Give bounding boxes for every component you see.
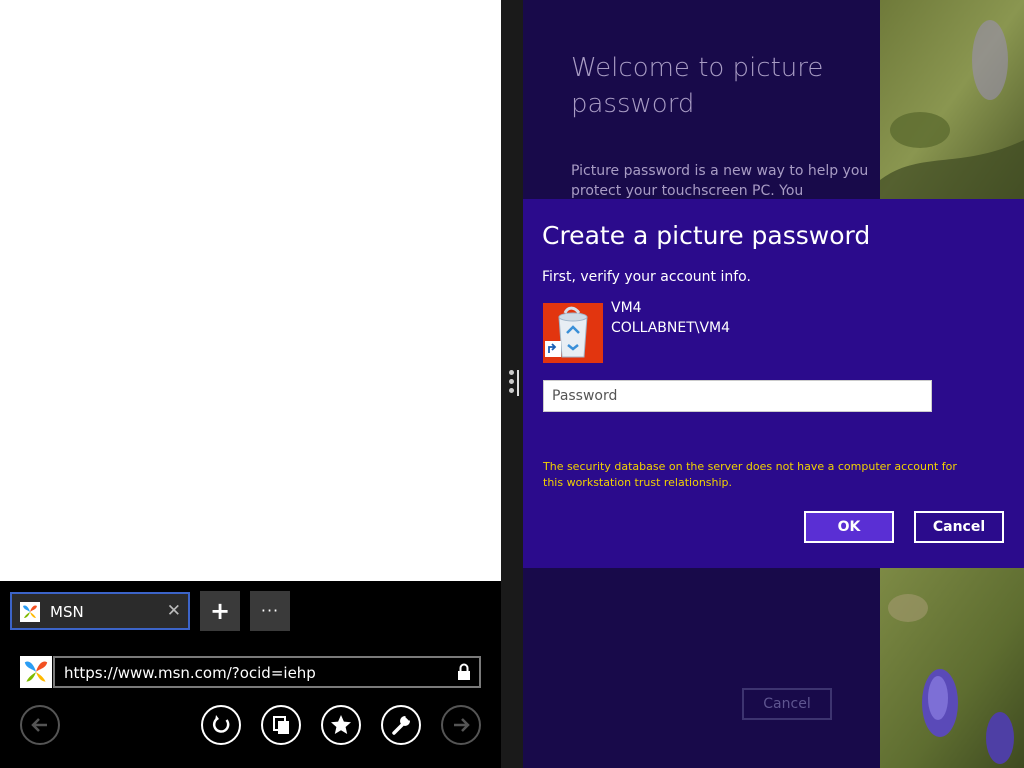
error-message: The security database on the server does… <box>543 460 957 489</box>
msn-butterfly-icon <box>20 602 40 622</box>
browser-pane: MSN ✕ + ··· https://www.msn.com/?ocid=ie… <box>0 0 501 768</box>
back-icon <box>31 718 47 732</box>
star-icon <box>331 715 351 734</box>
favorites-button[interactable] <box>321 705 361 745</box>
password-field[interactable] <box>543 380 932 412</box>
picture-password-dialog: Create a picture password First, verify … <box>523 199 1024 568</box>
address-url[interactable]: https://www.msn.com/?ocid=iehp <box>64 664 316 682</box>
new-tab-button[interactable]: + <box>200 591 240 631</box>
web-content-area[interactable] <box>0 0 501 581</box>
account-domain: COLLABNET\VM4 <box>611 320 731 336</box>
forward-icon <box>454 718 470 732</box>
splitter-handle[interactable] <box>517 370 519 396</box>
tab-tools-button[interactable]: ··· <box>250 591 290 631</box>
welcome-description: Picture password is a new way to help yo… <box>571 163 869 199</box>
splitter-grip-icon[interactable] <box>509 370 515 400</box>
dialog-subtitle: First, verify your account info. <box>542 269 751 285</box>
refresh-button[interactable] <box>201 705 241 745</box>
dialog-title: Create a picture password <box>542 221 871 250</box>
background-cancel-button: Cancel <box>742 688 832 720</box>
forward-button[interactable] <box>441 705 481 745</box>
tab-msn[interactable]: MSN ✕ <box>10 592 190 630</box>
address-bar[interactable]: https://www.msn.com/?ocid=iehp <box>53 656 481 688</box>
refresh-icon <box>212 715 230 733</box>
close-icon[interactable]: ✕ <box>167 601 181 621</box>
tabs-button[interactable] <box>261 705 301 745</box>
background-photo <box>880 0 1024 200</box>
recycle-bin-icon <box>543 303 603 363</box>
lock-icon[interactable] <box>457 663 471 685</box>
page-tools-button[interactable] <box>381 705 421 745</box>
tabs-icon <box>273 716 289 734</box>
snap-splitter[interactable] <box>501 0 523 768</box>
background-photo-flowers <box>880 568 1024 768</box>
cancel-button[interactable]: Cancel <box>914 511 1004 543</box>
ok-button[interactable]: OK <box>804 511 894 543</box>
account-name: VM4 <box>611 300 642 316</box>
tab-label: MSN <box>50 603 84 621</box>
msn-site-icon <box>20 656 52 688</box>
welcome-title: Welcome to picture password <box>571 53 824 119</box>
wrench-icon <box>392 715 411 735</box>
back-button[interactable] <box>20 705 60 745</box>
